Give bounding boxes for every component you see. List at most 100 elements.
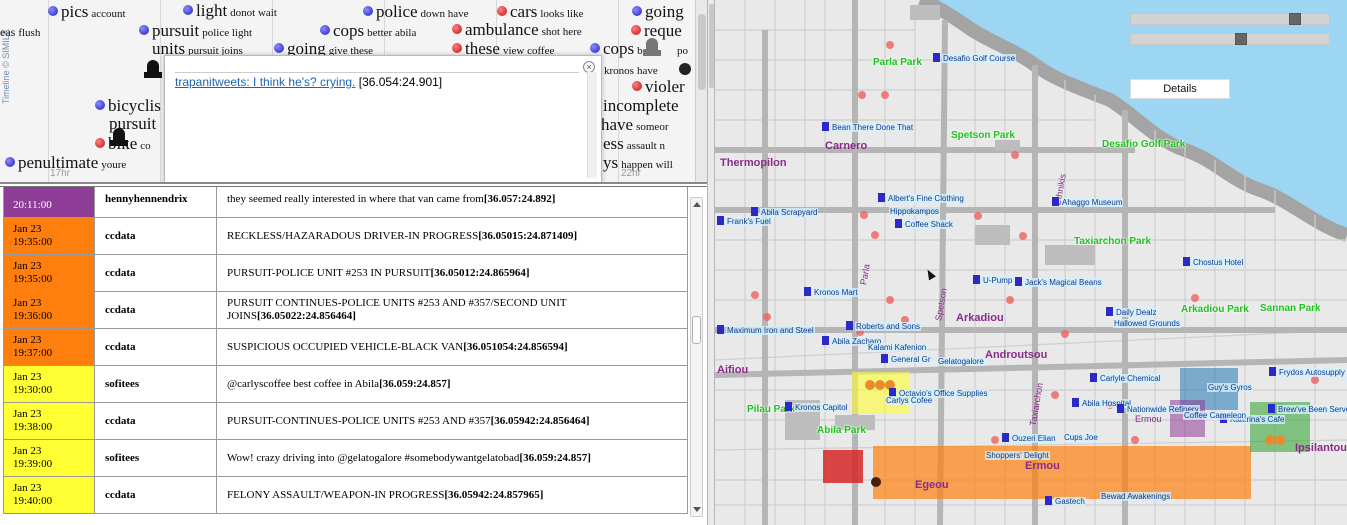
map-poi[interactable]: Kronos Capitol (785, 402, 849, 412)
map-poi[interactable]: General Gr (881, 354, 932, 364)
timeline-event[interactable]: pursuit police light (139, 22, 252, 40)
district-label: Egeou (915, 479, 949, 491)
table-row[interactable]: Jan 23 19:36:00 ccdata PURSUIT CONTINUES-… (3, 291, 688, 329)
map-poi[interactable]: Maximum Iron and Steel (717, 325, 815, 335)
table-row[interactable]: Jan 23 19:35:00 ccdata RECKLESS/HAZARADOU… (3, 217, 688, 255)
details-button[interactable]: Details (1130, 79, 1230, 99)
map-poi[interactable]: Shoppers' Delight (985, 451, 1050, 460)
poi-marker-icon (878, 193, 885, 202)
poi-marker-icon (1045, 496, 1052, 505)
event-dot-blue (320, 25, 330, 35)
map-poi[interactable]: Chostus Hotel (1183, 257, 1245, 267)
timeline-event[interactable]: police down have (363, 3, 469, 21)
map-poi[interactable]: Bewad Awakenings (1100, 492, 1172, 501)
scrollbar-thumb[interactable] (692, 316, 701, 344)
poi-marker-icon (895, 219, 902, 228)
park-label: Sannan Park (1260, 303, 1321, 314)
map-poi[interactable]: Ouzeri Elian (1002, 433, 1057, 443)
timeline-event[interactable]: po (677, 42, 688, 58)
table-row[interactable]: Jan 23 19:37:00 ccdata SUSPICIOUS OCCUPIE… (3, 328, 688, 366)
park-label: Taxiarchon Park (1074, 236, 1152, 247)
district-label: Aifiou (717, 364, 749, 376)
map-poi[interactable]: Frydos Autosupply (1269, 367, 1346, 377)
map-poi[interactable]: Jack's Magical Beans (1015, 277, 1103, 287)
slider-knob[interactable] (1289, 13, 1301, 25)
timeline-event[interactable]: ambulance shot here (452, 21, 582, 39)
timeline-event[interactable]: violer (632, 78, 685, 96)
map-poi[interactable]: Gelatogalore (937, 357, 985, 366)
map-poi[interactable]: Abila Scrapyard (751, 207, 819, 217)
map-poi[interactable]: Cups Joe (1063, 433, 1099, 442)
map-poi[interactable]: Coffee Shack (895, 219, 954, 229)
map-poi[interactable]: Carlys Cofee (885, 396, 934, 405)
panel-splitter[interactable] (707, 0, 715, 525)
timeline-event[interactable]: cars looks like (497, 3, 583, 21)
timeline-event[interactable]: light donot wait (183, 2, 277, 20)
popup-scrollbar[interactable] (587, 72, 597, 178)
table-row[interactable]: Jan 23 19:39:00 sofitees Wow! crazy drivi… (3, 439, 688, 477)
table-row[interactable]: Jan 23 19:35:00 ccdata PURSUIT-POLICE UNI… (3, 254, 688, 292)
timeline-event[interactable]: pics account (48, 3, 126, 21)
slider-knob[interactable] (1235, 33, 1247, 45)
map-poi[interactable]: U-Pump (973, 275, 1014, 285)
popup-tweet-link[interactable]: trapanitweets: I think he's? crying. (175, 75, 355, 89)
messages-table: 20:11:00 hennyhennendrix they seemed rea… (3, 187, 688, 514)
event-dot-red (95, 138, 105, 148)
poi-marker-icon (1268, 404, 1275, 413)
map-poi[interactable]: Hallowed Grounds (1113, 319, 1181, 328)
map-poi[interactable]: Brew've Been Served (1268, 404, 1347, 414)
red-region[interactable] (823, 450, 863, 483)
table-row[interactable]: 20:11:00 hennyhennendrix they seemed rea… (3, 187, 688, 218)
timeline-band[interactable]: pics account light donot wait police down h… (0, 0, 695, 182)
user-cell: ccdata (94, 402, 217, 440)
table-row[interactable]: Jan 23 19:40:00 ccdata FELONY ASSAULT/WEA… (3, 476, 688, 514)
splitter-handle[interactable] (709, 4, 714, 88)
poi-marker-icon (822, 122, 829, 131)
map-poi[interactable]: Frank's Fuel (717, 216, 772, 226)
timeline-event[interactable]: have someor (601, 116, 668, 134)
map-poi[interactable]: Desafio Golf Course (933, 53, 1017, 63)
map-poi[interactable]: Albert's Fine Clothing (878, 193, 965, 203)
map-poi[interactable]: Hippokampos (889, 207, 940, 216)
messages-panel: 20:11:00 hennyhennendrix they seemed rea… (0, 186, 707, 525)
map-poi[interactable]: Gastech (1045, 496, 1086, 506)
poi-marker-icon (1269, 367, 1276, 376)
user-cell: sofitees (94, 365, 217, 403)
map-poi[interactable]: Daily Dealz (1106, 307, 1158, 317)
time-cell: Jan 23 19:35:00 (3, 254, 95, 292)
timeline-panel[interactable]: pics account light donot wait police down h… (0, 0, 707, 184)
event-dot-blue (632, 6, 642, 16)
timeline-event[interactable]: cops better abila (320, 22, 416, 40)
map-poi[interactable]: Ahaggo Museum (1052, 197, 1124, 207)
table-row[interactable]: Jan 23 19:38:00 ccdata PURSUIT-CONTINUES-… (3, 402, 688, 440)
scroll-down-icon[interactable] (693, 507, 701, 512)
timeline-event[interactable]: bicyclis (95, 97, 161, 115)
scroll-up-icon[interactable] (693, 202, 701, 207)
table-scrollbar[interactable] (690, 197, 703, 517)
map-poi[interactable]: Kalami Kafenion (867, 343, 928, 352)
time-cell: Jan 23 19:30:00 (3, 365, 95, 403)
ambulance-icon (641, 38, 661, 58)
map-panel[interactable]: Parla Park Spetson Park Desafio Golf Par… (715, 0, 1347, 525)
table-row[interactable]: Jan 23 19:30:00 sofitees @carlyscoffee be… (3, 365, 688, 403)
map-poi[interactable]: Coffee Cameleon (1183, 411, 1248, 420)
park-label: Parla Park (873, 57, 922, 68)
scrollbar-thumb[interactable] (698, 14, 706, 90)
timeline-event[interactable]: ess assault n (603, 135, 665, 153)
timeline-tick-label: 17hr (50, 168, 71, 179)
map-slider-2[interactable] (1130, 33, 1330, 45)
orange-region[interactable] (873, 446, 1251, 499)
map-poi[interactable]: Roberts and Sons (846, 321, 922, 331)
map-poi[interactable]: Guy's Gyros (1207, 383, 1253, 392)
event-dot-blue (363, 6, 373, 16)
timeline-event[interactable]: going (632, 3, 684, 21)
map-poi[interactable]: Bean There Done That (822, 122, 915, 132)
map-poi[interactable]: Carlyle Chemical (1090, 373, 1162, 383)
timeline-tick-label: 22hr (621, 168, 642, 179)
timeline-scrollbar[interactable] (695, 0, 707, 182)
map-poi[interactable]: Kronos Mart (804, 287, 859, 297)
timeline-event[interactable]: incomplete (590, 97, 679, 115)
map-slider-1[interactable] (1130, 13, 1330, 25)
message-cell: PURSUIT-POLICE UNIT #253 IN PURSUIT[36.0… (216, 254, 688, 292)
event-dot-red (497, 6, 507, 16)
